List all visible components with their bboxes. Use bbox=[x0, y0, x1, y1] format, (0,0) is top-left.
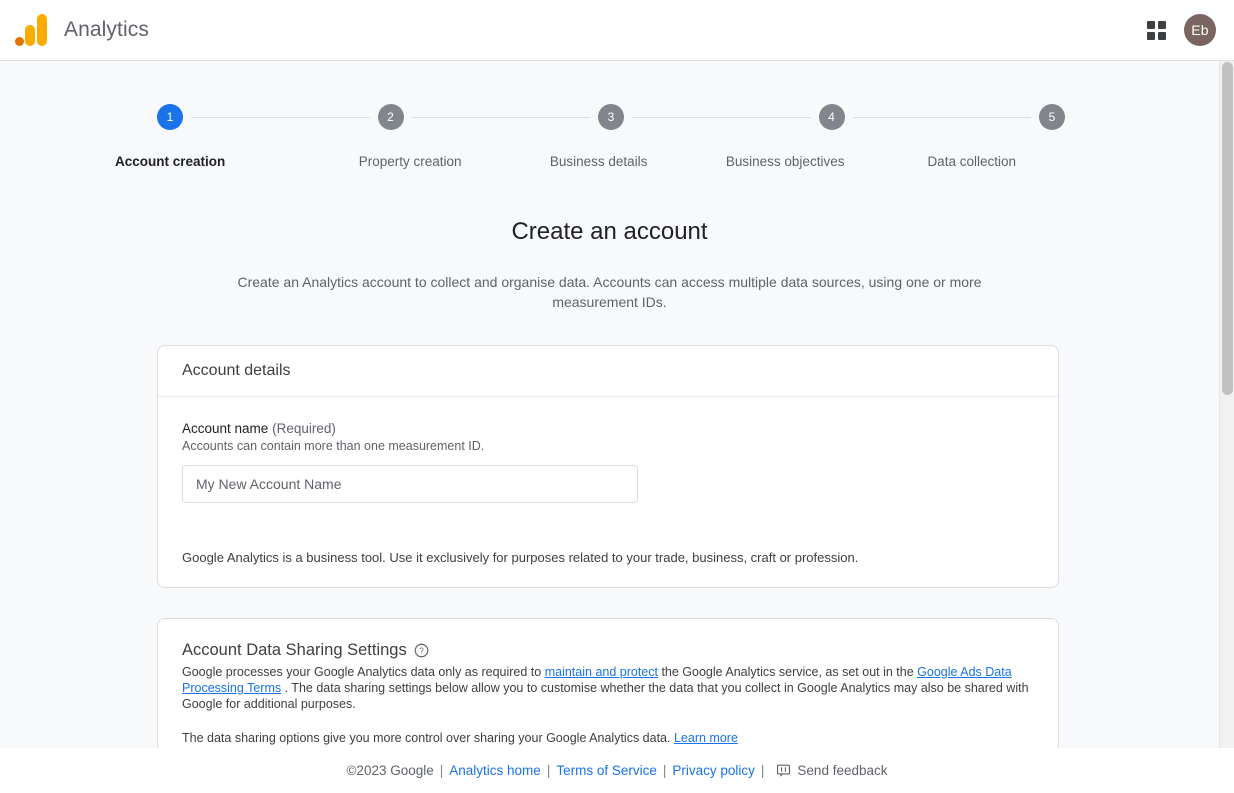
data-sharing-title: Account Data Sharing Settings bbox=[182, 641, 407, 659]
send-feedback-label: Send feedback bbox=[797, 763, 888, 778]
scrollbar-thumb[interactable] bbox=[1222, 62, 1233, 395]
stepper-labels-row: Account creation Property creation Busin… bbox=[115, 154, 1065, 169]
help-circle-icon[interactable]: ? bbox=[414, 643, 429, 658]
account-details-card-body: Account name (Required) Accounts can con… bbox=[158, 397, 1058, 589]
account-name-label: Account name (Required) bbox=[182, 421, 1034, 436]
footer-separator-3: | bbox=[662, 763, 667, 778]
top-bar-actions: Eb bbox=[1144, 14, 1216, 46]
footer-link-analytics-home[interactable]: Analytics home bbox=[449, 763, 541, 778]
setup-stepper: 1 2 3 4 5 Account creation Property crea… bbox=[115, 104, 1065, 174]
step-label-account-creation: Account creation bbox=[115, 154, 226, 169]
business-tool-note: Google Analytics is a business tool. Use… bbox=[182, 550, 859, 565]
data-sharing-paragraph-part1: Google processes your Google Analytics d… bbox=[182, 665, 545, 679]
footer-separator-1: | bbox=[439, 763, 444, 778]
footer-separator-4: | bbox=[760, 763, 765, 778]
step-circle-3[interactable]: 3 bbox=[598, 104, 624, 130]
page-footer: ©2023 Google | Analytics home | Terms of… bbox=[0, 748, 1234, 793]
account-data-sharing-card: Account Data Sharing Settings ? Google p… bbox=[157, 618, 1059, 748]
step-circle-5[interactable]: 5 bbox=[1039, 104, 1065, 130]
svg-text:?: ? bbox=[419, 647, 424, 656]
footer-copyright: ©2023 Google bbox=[346, 763, 434, 778]
google-analytics-logo-icon bbox=[14, 13, 50, 47]
data-sharing-subtext: The data sharing options give you more c… bbox=[182, 731, 671, 745]
stepper-connector-3 bbox=[632, 116, 811, 118]
maintain-and-protect-link[interactable]: maintain and protect bbox=[545, 665, 658, 679]
step-label-property-creation: Property creation bbox=[358, 154, 462, 169]
footer-links: ©2023 Google | Analytics home | Terms of… bbox=[346, 763, 887, 778]
stepper-connector-4 bbox=[852, 116, 1031, 118]
data-sharing-paragraph: Google processes your Google Analytics d… bbox=[182, 664, 1032, 712]
page-scrollbar[interactable] bbox=[1219, 61, 1234, 748]
stepper-circles-row: 1 2 3 4 5 bbox=[157, 104, 1065, 130]
account-details-card: Account details Account name (Required) … bbox=[157, 345, 1059, 588]
app-title: Analytics bbox=[64, 18, 149, 41]
page-title: Create an account bbox=[511, 218, 708, 245]
account-name-help-text: Accounts can contain more than one measu… bbox=[182, 439, 485, 453]
footer-separator-2: | bbox=[546, 763, 551, 778]
stepper-connector-1 bbox=[191, 116, 370, 118]
account-name-required-text: (Required) bbox=[272, 421, 336, 436]
footer-link-privacy-policy[interactable]: Privacy policy bbox=[672, 763, 755, 778]
top-app-bar: Analytics Eb bbox=[0, 0, 1234, 61]
account-details-card-title: Account details bbox=[158, 346, 1058, 397]
data-sharing-subtext-row: The data sharing options give you more c… bbox=[182, 731, 1034, 745]
data-sharing-paragraph-part3: . The data sharing settings below allow … bbox=[182, 681, 1029, 711]
send-feedback-icon bbox=[776, 763, 791, 778]
data-sharing-paragraph-part2: the Google Analytics service, as set out… bbox=[657, 665, 918, 679]
step-circle-4[interactable]: 4 bbox=[818, 104, 845, 130]
main-content-scroll-area: 1 2 3 4 5 Account creation Property crea… bbox=[0, 61, 1234, 748]
step-label-business-details: Business details bbox=[549, 154, 648, 169]
analytics-account-creation-page: Analytics Eb 1 2 3 4 5 Account creation … bbox=[0, 0, 1234, 793]
account-name-input[interactable] bbox=[182, 465, 638, 503]
apps-grid-icon[interactable] bbox=[1144, 18, 1168, 42]
brand-area[interactable]: Analytics bbox=[14, 13, 149, 47]
step-circle-2[interactable]: 2 bbox=[377, 104, 404, 130]
send-feedback-button[interactable]: Send feedback bbox=[776, 763, 888, 778]
step-label-business-objectives: Business objectives bbox=[725, 154, 845, 169]
account-name-label-text: Account name bbox=[182, 421, 269, 436]
data-sharing-card-body: Account Data Sharing Settings ? Google p… bbox=[158, 619, 1058, 748]
footer-link-terms-of-service[interactable]: Terms of Service bbox=[556, 763, 657, 778]
stepper-connector-2 bbox=[411, 116, 590, 118]
avatar[interactable]: Eb bbox=[1184, 14, 1216, 46]
step-label-data-collection: Data collection bbox=[927, 154, 1016, 169]
data-sharing-title-row: Account Data Sharing Settings ? bbox=[182, 641, 1034, 660]
learn-more-link[interactable]: Learn more bbox=[674, 731, 738, 745]
step-circle-1[interactable]: 1 bbox=[157, 104, 183, 130]
page-description-text: Create an Analytics account to collect a… bbox=[237, 274, 982, 310]
page-description: Create an Analytics account to collect a… bbox=[0, 272, 1219, 312]
